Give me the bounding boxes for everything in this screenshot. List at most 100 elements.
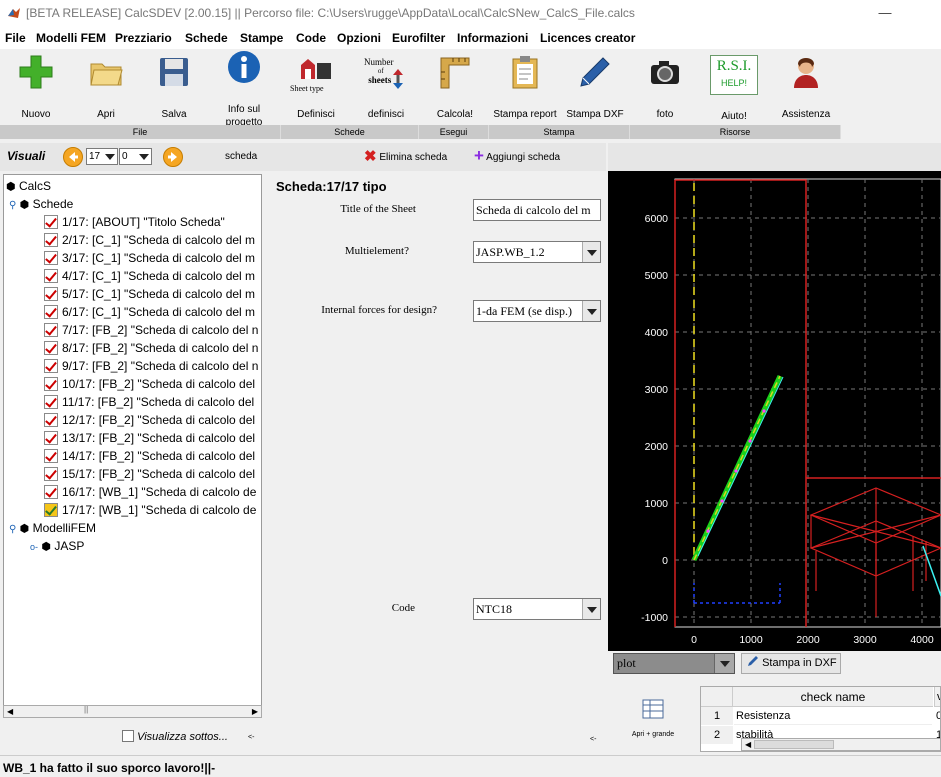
scroll-thumb[interactable]: || — [84, 705, 88, 714]
chevron-down-icon — [139, 154, 149, 160]
tree-root-calcs[interactable]: ⬢ CalcS — [6, 177, 51, 195]
apri-button[interactable]: Apri — [70, 49, 142, 129]
menu-opzioni[interactable]: Opzioni — [337, 31, 381, 45]
menu-file[interactable]: File — [5, 31, 26, 45]
chevron-down-icon — [582, 242, 600, 262]
visualizza-sottoschede-checkbox[interactable]: Visualizza sottos... — [122, 730, 228, 743]
delete-x-icon: ✖ — [364, 148, 377, 165]
tree-item-sheet[interactable]: 5/17: [C_1] "Scheda di calcolo del m — [44, 285, 255, 303]
spin2-select[interactable]: 0 — [119, 148, 152, 165]
arrow-left-icon[interactable] — [63, 147, 83, 167]
tree-item-sheet[interactable]: 15/17: [FB_2] "Scheda di calcolo del — [44, 465, 255, 483]
spin1-select[interactable]: 17 — [86, 148, 118, 165]
tree-item-sheet[interactable]: 8/17: [FB_2] "Scheda di calcolo del n — [44, 339, 258, 357]
tree-item-sheet[interactable]: 6/17: [C_1] "Scheda di calcolo del m — [44, 303, 255, 321]
check-mark-icon — [44, 305, 58, 319]
chevron-down-icon — [105, 154, 115, 160]
scroll-left-icon[interactable]: ◀ — [7, 707, 13, 716]
square-ruler-icon — [440, 57, 470, 89]
stampa-dxf-button[interactable]: Stampa DXF — [559, 49, 631, 129]
salva-button[interactable]: Salva — [138, 49, 210, 129]
tree-item-sheet[interactable]: 7/17: [FB_2] "Scheda di calcolo del n — [44, 321, 258, 339]
y-tick: 0 — [662, 555, 668, 567]
tree-item-sheet[interactable]: 9/17: [FB_2] "Scheda di calcolo del n — [44, 357, 258, 375]
column-header-check-name[interactable]: check name — [733, 687, 933, 707]
foto-button[interactable]: foto — [629, 49, 701, 129]
menu-schede[interactable]: Schede — [185, 31, 228, 45]
grid-lines — [675, 179, 941, 627]
nuovo-button[interactable]: Nuovo — [0, 49, 72, 129]
multielement-select[interactable]: JASP.WB_1.2 — [473, 241, 601, 263]
sheet-form: Scheda:17/17 tipo Title of the Sheet Sch… — [268, 172, 606, 752]
tree-horizontal-scrollbar[interactable]: ◀ || ▶ — [3, 705, 262, 718]
aggiungi-scheda-button[interactable]: + Aggiungi scheda — [474, 147, 560, 165]
structure-plot[interactable]: 6000 5000 4000 3000 2000 1000 0 -1000 0 … — [608, 171, 941, 651]
table-cell-check-name[interactable]: Resistenza — [734, 707, 932, 725]
menu-informazioni[interactable]: Informazioni — [457, 31, 528, 45]
y-tick: 5000 — [645, 270, 669, 282]
internal-forces-select[interactable]: 1-da FEM (se disp.) — [473, 300, 601, 322]
tree-node-schede[interactable]: ⚲ ⬢ Schede — [9, 195, 73, 213]
definisci-number-sheets-button[interactable]: Number of sheets definisci — [350, 49, 422, 129]
menu-prezziario[interactable]: Prezziario — [115, 31, 172, 45]
check-mark-icon — [44, 503, 58, 517]
tree-item-sheet[interactable]: 16/17: [WB_1] "Scheda di calcolo de — [44, 483, 256, 501]
tree-item-sheet[interactable]: 17/17: [WB_1] "Scheda di calcolo de — [44, 501, 256, 519]
check-mark-icon — [44, 413, 58, 427]
status-message: WB_1 ha fatto il suo sporco lavoro!||- — [3, 761, 216, 775]
menu-code[interactable]: Code — [296, 31, 326, 45]
cube-icon: ⬢ — [19, 199, 30, 211]
check-mark-icon — [44, 215, 58, 229]
tree-item-sheet[interactable]: 11/17: [FB_2] "Scheda di calcolo del — [44, 393, 254, 411]
menu-licences-creator[interactable]: Licences creator — [540, 31, 635, 45]
chevron-down-icon — [714, 654, 734, 673]
plot-view-select[interactable]: plot — [613, 653, 735, 674]
y-tick: 6000 — [645, 213, 669, 225]
assistenza-button[interactable]: Assistenza — [770, 49, 842, 129]
scroll-thumb[interactable] — [754, 740, 834, 749]
tree-node-modellifem[interactable]: ⚲ ⬢ ModelliFEM — [9, 519, 96, 537]
tree-item-sheet[interactable]: 1/17: [ABOUT] "Titolo Scheda" — [44, 213, 225, 231]
table-horizontal-scrollbar[interactable]: ◀ — [741, 738, 940, 751]
scroll-left-icon[interactable]: ◀ — [745, 740, 751, 749]
beam-element — [691, 374, 784, 562]
cube-icon: ⬢ — [19, 523, 30, 535]
tree-item-sheet[interactable]: 13/17: [FB_2] "Scheda di calcolo del — [44, 429, 255, 447]
panel-marker: <- — [590, 736, 597, 743]
info-progetto-button[interactable]: Info sul progetto — [208, 49, 280, 129]
check-mark-icon — [44, 395, 58, 409]
menu-eurofilter[interactable]: Eurofilter — [392, 31, 445, 45]
tree-item-sheet[interactable]: 3/17: [C_1] "Scheda di calcolo del m — [44, 249, 255, 267]
stampa-report-button[interactable]: Stampa report — [489, 49, 561, 129]
calcola-button[interactable]: Calcola! — [419, 49, 491, 129]
tree-item-sheet[interactable]: 2/17: [C_1] "Scheda di calcolo del m — [44, 231, 255, 249]
code-select[interactable]: NTC18 — [473, 598, 601, 620]
x-tick: 2000 — [796, 634, 820, 646]
stampa-dxf-plot-button[interactable]: Stampa in DXF — [741, 653, 841, 674]
code-label: Code — [391, 602, 415, 614]
pen-icon — [748, 656, 758, 666]
tree-item-sheet[interactable]: 10/17: [FB_2] "Scheda di calcolo del — [44, 375, 255, 393]
row-number: 2 — [701, 726, 733, 744]
aiuto-button[interactable]: R.S.I. HELP! Aiuto! — [698, 49, 770, 129]
elimina-scheda-button[interactable]: ✖ Elimina scheda — [364, 149, 447, 165]
tree-item-sheet[interactable]: 12/17: [FB_2] "Scheda di calcolo del — [44, 411, 255, 429]
arrow-right-icon[interactable] — [163, 147, 183, 167]
menu-modelli-fem[interactable]: Modelli FEM — [36, 31, 106, 45]
definisci-sheet-type-button[interactable]: Sheet type Definisci — [280, 49, 352, 129]
y-tick: 4000 — [645, 327, 669, 339]
tree-item-sheet[interactable]: 14/17: [FB_2] "Scheda di calcolo del — [44, 447, 255, 465]
tree-node-jasp[interactable]: o- ⬢ JASP — [30, 537, 84, 555]
table-cell-value[interactable]: 0 — [934, 707, 940, 725]
column-header-value[interactable]: v — [934, 687, 940, 707]
window-title: [BETA RELEASE] CalcSDEV [2.00.15] || Per… — [26, 6, 635, 20]
scroll-right-icon[interactable]: ▶ — [252, 707, 258, 716]
menu-stampe[interactable]: Stampe — [240, 31, 283, 45]
tree-expander-icon: ⚲ — [9, 200, 17, 211]
minimize-button[interactable]: — — [865, 0, 905, 27]
tree-item-sheet[interactable]: 4/17: [C_1] "Scheda di calcolo del m — [44, 267, 255, 285]
apri-grande-button[interactable]: Apri + grande — [613, 691, 693, 751]
clipboard-icon — [512, 56, 538, 89]
assistant-icon — [794, 58, 818, 88]
title-input[interactable]: Scheda di calcolo del m — [473, 199, 601, 221]
